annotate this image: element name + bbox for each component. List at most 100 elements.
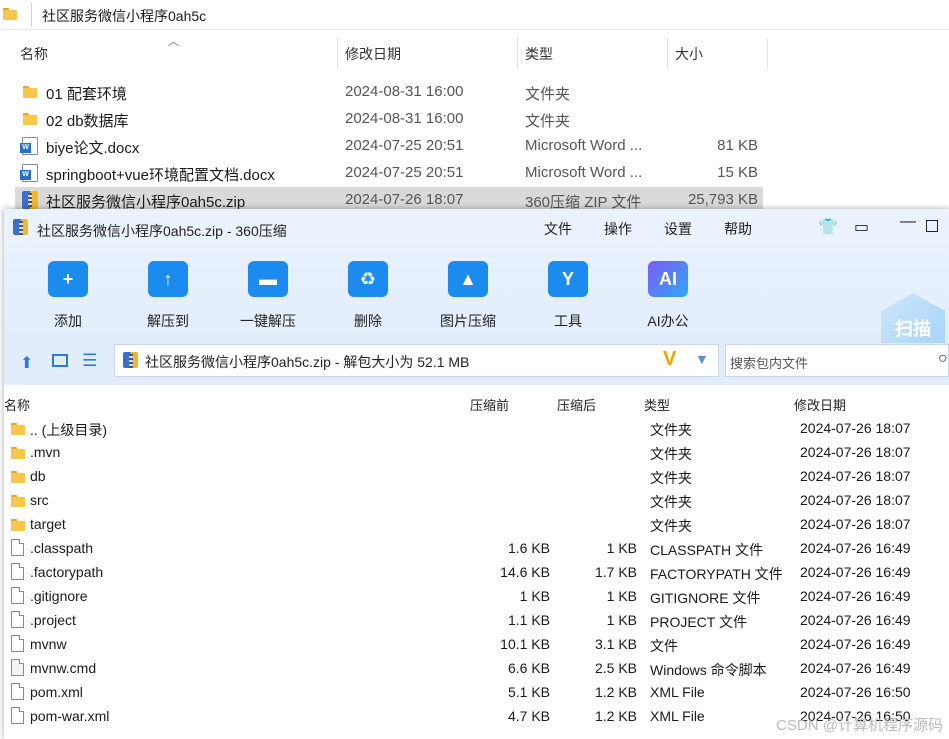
toolbar-label: 解压到 xyxy=(147,313,189,329)
menu-settings[interactable]: 设置 xyxy=(664,219,692,239)
size-before: 5.1 KB xyxy=(507,684,550,700)
column-header-name[interactable]: 名称 xyxy=(20,44,48,64)
column-header-name[interactable]: 名称 xyxy=(4,395,30,414)
file-icon xyxy=(11,587,24,604)
skin-shirt-icon[interactable]: 👕 xyxy=(818,217,838,237)
archive-address-text: 社区服务微信小程序0ah5c.zip - 解包大小为 52.1 MB xyxy=(145,354,470,370)
folder-icon xyxy=(11,447,25,459)
file-date: 2024-07-26 18:07 xyxy=(800,444,911,460)
folder-icon xyxy=(11,471,25,483)
toolbar-tools-button[interactable]: Y 工具 xyxy=(533,261,603,331)
archive-file-row[interactable]: pom.xml 5.1 KB 1.2 KB XML File 2024-07-26 16… xyxy=(4,681,949,705)
file-type: 文件夹 xyxy=(650,494,692,510)
size-before: 1 KB xyxy=(519,588,550,604)
menu-file[interactable]: 文件 xyxy=(544,219,572,239)
file-icon xyxy=(11,539,24,556)
file-type: 文件夹 xyxy=(650,422,692,438)
v-badge-icon[interactable]: V xyxy=(663,348,676,371)
file-icon xyxy=(11,611,24,628)
toolbar-ai-office-button[interactable]: AI AI办公 xyxy=(633,261,703,331)
file-name: biye论文.docx xyxy=(46,140,140,157)
file-name: db xyxy=(30,468,46,484)
toolbar-extract-to-button[interactable]: ↑ 解压到 xyxy=(133,261,203,331)
file-icon xyxy=(11,635,24,652)
file-icon xyxy=(11,683,24,700)
file-date: 2024-07-26 16:49 xyxy=(800,660,911,676)
column-header-type[interactable]: 类型 xyxy=(525,44,553,64)
toolbar-image-compress-button[interactable]: ▲ 图片压缩 xyxy=(433,261,503,331)
toolbar-add-button[interactable]: + 添加 xyxy=(33,261,103,331)
archive-file-row[interactable]: target 文件夹 2024-07-26 18:07 xyxy=(4,513,949,537)
archive-file-row[interactable]: .. (上级目录) 文件夹 2024-07-26 18:07 xyxy=(4,417,949,441)
file-name: 01 配套环境 xyxy=(46,86,127,103)
file-name: .project xyxy=(30,612,76,628)
size-after: 3.1 KB xyxy=(594,636,637,652)
archive-address-bar[interactable]: 社区服务微信小程序0ah5c.zip - 解包大小为 52.1 MB V ▼ xyxy=(114,344,719,377)
file-date: 2024-07-25 20:51 xyxy=(345,137,464,154)
archive-file-row[interactable]: .project 1.1 KB 1 KB PROJECT 文件 2024-07-26 1… xyxy=(4,609,949,633)
maximize-icon[interactable] xyxy=(926,220,938,232)
column-header-type[interactable]: 类型 xyxy=(644,395,670,414)
size-after: 1.2 KB xyxy=(594,708,637,724)
file-name: pom.xml xyxy=(30,684,83,700)
view-list-icon[interactable]: ☰ xyxy=(82,351,97,371)
file-type: 文件夹 xyxy=(525,86,571,103)
menu-help[interactable]: 帮助 xyxy=(724,219,752,239)
archive-file-row[interactable]: mvnw 10.1 KB 3.1 KB 文件 2024-07-26 16:49 xyxy=(4,633,949,657)
archive-file-row[interactable]: .gitignore 1 KB 1 KB GITIGNORE 文件 2024-07-26… xyxy=(4,585,949,609)
sort-ascending-icon: ︿ xyxy=(168,36,179,48)
minimize-icon[interactable]: — xyxy=(900,213,916,231)
view-thumbnail-icon[interactable] xyxy=(52,354,68,367)
file-name: .mvn xyxy=(30,444,61,460)
archive-window: 社区服务微信小程序0ah5c.zip - 360压缩 文件 操作 设置 帮助 👕… xyxy=(4,209,949,739)
file-size: 81 KB xyxy=(717,137,758,154)
explorer-path[interactable]: 社区服务微信小程序0ah5c xyxy=(42,6,206,26)
archive-list-header: 名称 压缩前 压缩后 类型 修改日期 xyxy=(4,385,949,413)
file-icon xyxy=(11,563,24,580)
explorer-file-row[interactable]: 02 db数据库 2024-08-31 16:00 文件夹 xyxy=(15,106,763,133)
one-click-extract-icon: ▬ xyxy=(248,261,288,297)
toolbar-one-click-extract-button[interactable]: ▬ 一键解压 xyxy=(233,261,303,331)
file-date: 2024-07-26 16:49 xyxy=(800,540,911,556)
delete-icon: ♻ xyxy=(348,261,388,297)
column-header-modified[interactable]: 修改日期 xyxy=(345,44,401,64)
file-type: CLASSPATH 文件 xyxy=(650,542,764,558)
menu-operation[interactable]: 操作 xyxy=(604,219,632,239)
column-header-before[interactable]: 压缩前 xyxy=(470,395,509,414)
chevron-down-icon[interactable]: ▼ xyxy=(695,351,709,367)
up-arrow-icon[interactable]: ⬆ xyxy=(20,353,33,373)
explorer-address-bar[interactable]: 社区服务微信小程序0ah5c xyxy=(0,0,949,30)
explorer-file-row[interactable]: Wbiye论文.docx 2024-07-25 20:51 Microsoft Wo… xyxy=(15,133,763,160)
title-bar[interactable]: 社区服务微信小程序0ah5c.zip - 360压缩 文件 操作 设置 帮助 👕… xyxy=(4,209,949,245)
size-after: 1 KB xyxy=(606,588,637,604)
column-header-date[interactable]: 修改日期 xyxy=(794,395,846,414)
archive-file-row[interactable]: .mvn 文件夹 2024-07-26 18:07 xyxy=(4,441,949,465)
column-header-after[interactable]: 压缩后 xyxy=(557,395,596,414)
folder-icon xyxy=(11,519,25,531)
toolbar-delete-button[interactable]: ♻ 删除 xyxy=(333,261,403,331)
toolbar-label: 一键解压 xyxy=(240,313,296,329)
file-icon xyxy=(11,707,24,724)
file-date: 2024-07-25 20:51 xyxy=(345,164,464,181)
size-before: 10.1 KB xyxy=(500,636,550,652)
file-type: Microsoft Word ... xyxy=(525,137,643,154)
column-header-size[interactable]: 大小 xyxy=(675,44,703,64)
file-type: XML File xyxy=(650,708,705,724)
search-input[interactable]: 搜索包内文件 ○ xyxy=(725,344,949,377)
archive-file-row[interactable]: src 文件夹 2024-07-26 18:07 xyxy=(4,489,949,513)
feedback-icon[interactable]: ▭ xyxy=(854,217,869,237)
archive-file-row[interactable]: mvnw.cmd 6.6 KB 2.5 KB Windows 命令脚本 2024-07-… xyxy=(4,657,949,681)
file-date: 2024-07-26 18:07 xyxy=(800,468,911,484)
archive-file-row[interactable]: .factorypath 14.6 KB 1.7 KB FACTORYPATH 文件 2… xyxy=(4,561,949,585)
explorer-file-row[interactable]: Wspringboot+vue环境配置文档.docx 2024-07-25 20:… xyxy=(15,160,763,187)
archive-file-row[interactable]: .classpath 1.6 KB 1 KB CLASSPATH 文件 2024-07-… xyxy=(4,537,949,561)
size-before: 4.7 KB xyxy=(507,708,550,724)
divider xyxy=(31,3,32,27)
archive-file-row[interactable]: db 文件夹 2024-07-26 18:07 xyxy=(4,465,949,489)
file-name: mvnw.cmd xyxy=(30,660,97,676)
explorer-file-row[interactable]: 01 配套环境 2024-08-31 16:00 文件夹 xyxy=(15,79,763,106)
search-icon[interactable]: ○ xyxy=(938,350,948,368)
file-date: 2024-07-26 18:07 xyxy=(345,191,464,208)
image-compress-icon: ▲ xyxy=(448,261,488,297)
file-size: 15 KB xyxy=(717,164,758,181)
